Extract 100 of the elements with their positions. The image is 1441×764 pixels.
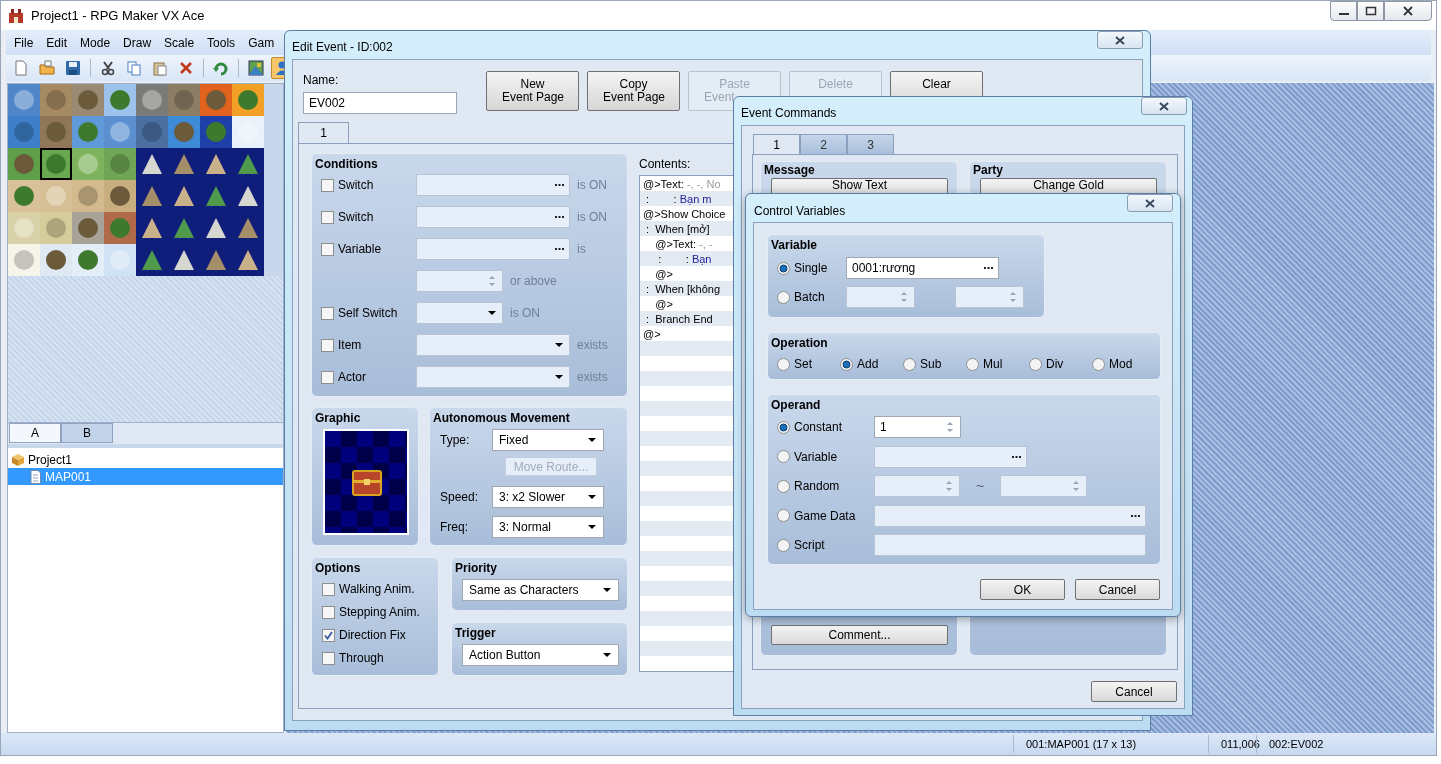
- radio-button[interactable]: [966, 357, 979, 371]
- checkbox[interactable]: [321, 242, 334, 256]
- close-button[interactable]: [1384, 1, 1432, 21]
- text-field[interactable]: [874, 534, 1146, 556]
- checkbox[interactable]: [321, 338, 334, 352]
- name-field[interactable]: EV002: [303, 92, 457, 114]
- cancel-button[interactable]: Cancel: [1091, 681, 1177, 702]
- dropdown[interactable]: [416, 302, 503, 324]
- checkbox-label: Walking Anim.: [339, 581, 415, 598]
- spinner-arrows-icon: [487, 274, 497, 288]
- number-field[interactable]: [1000, 475, 1087, 497]
- radio-button[interactable]: [777, 538, 790, 552]
- dialog-button[interactable]: OK: [980, 579, 1065, 600]
- radio-button[interactable]: [1029, 357, 1042, 371]
- tab[interactable]: 2: [800, 134, 847, 154]
- radio-button[interactable]: [777, 290, 790, 304]
- radio-button[interactable]: [840, 357, 853, 371]
- number-field[interactable]: 1: [874, 416, 961, 438]
- page-button[interactable]: New Event Page: [486, 71, 579, 111]
- dropdown[interactable]: Fixed: [492, 429, 604, 451]
- number-field[interactable]: [846, 286, 915, 308]
- spinner-arrows-icon: [945, 420, 955, 434]
- picker-field[interactable]: [874, 445, 1027, 468]
- maximize-button[interactable]: [1357, 1, 1384, 21]
- menu-item[interactable]: File: [14, 33, 34, 52]
- checkbox-label: Actor: [338, 369, 366, 386]
- undo-arrow-icon: [213, 60, 229, 76]
- menu-item[interactable]: Scale: [164, 33, 195, 52]
- toolbar-button[interactable]: [245, 57, 267, 79]
- radio-button[interactable]: [777, 357, 790, 371]
- group-title: Priority: [455, 561, 498, 575]
- minimize-button[interactable]: [1330, 1, 1357, 21]
- close-button[interactable]: [1127, 194, 1173, 212]
- number-field[interactable]: [416, 270, 503, 292]
- dropdown[interactable]: 3: x2 Slower: [492, 486, 604, 508]
- number-field[interactable]: [874, 475, 960, 497]
- dropdown[interactable]: [416, 366, 570, 388]
- caret-icon: [554, 342, 564, 348]
- tile-palette[interactable]: [8, 84, 264, 276]
- close-button[interactable]: [1097, 31, 1143, 49]
- menu-item[interactable]: Gam: [248, 33, 275, 52]
- command-button[interactable]: Comment...: [771, 625, 948, 645]
- dialog-button[interactable]: Cancel: [1075, 579, 1160, 600]
- radio-button[interactable]: [1092, 357, 1105, 371]
- radio-label: Single: [794, 260, 828, 277]
- menu-item[interactable]: Draw: [123, 33, 152, 52]
- tab[interactable]: 1: [298, 122, 349, 143]
- window-title: Project1 - RPG Maker VX Ace: [31, 6, 205, 25]
- number-field[interactable]: [955, 286, 1024, 308]
- paste-icon: [152, 60, 168, 76]
- radio-label: Variable: [794, 448, 838, 466]
- spinner-arrows-icon: [1008, 290, 1018, 304]
- checkbox[interactable]: [322, 605, 335, 619]
- radio-label: Random: [794, 478, 840, 495]
- field-label: Speed:: [439, 489, 480, 506]
- menu-item[interactable]: Mode: [80, 33, 111, 52]
- tab[interactable]: 1: [753, 134, 800, 154]
- menu-item[interactable]: Edit: [46, 33, 68, 52]
- menu-item[interactable]: Tools: [207, 33, 236, 52]
- picker-field[interactable]: [416, 174, 570, 196]
- scissors-icon: [100, 60, 116, 76]
- radio-button[interactable]: [777, 479, 790, 493]
- checkbox[interactable]: [321, 210, 334, 224]
- picker-field[interactable]: [416, 238, 570, 260]
- radio-label: Div: [1046, 356, 1064, 373]
- caret-icon: [554, 374, 564, 380]
- checkbox[interactable]: [322, 582, 335, 596]
- dropdown[interactable]: [416, 334, 570, 356]
- radio-button[interactable]: [777, 509, 790, 522]
- map-image-icon: [248, 60, 264, 76]
- checkbox[interactable]: [322, 651, 335, 665]
- dropdown[interactable]: 3: Normal: [492, 516, 604, 538]
- suffix-text: exists: [577, 337, 608, 354]
- picker-field[interactable]: [874, 504, 1146, 527]
- radio-button[interactable]: [777, 261, 790, 275]
- dropdown[interactable]: Action Button: [462, 644, 619, 666]
- picker-field[interactable]: 0001:rương: [846, 257, 999, 279]
- checkbox[interactable]: [322, 628, 335, 642]
- radio-button[interactable]: [777, 450, 790, 463]
- save-icon: [65, 60, 81, 76]
- new-file-icon: [13, 60, 29, 76]
- checkbox-label: Item: [338, 337, 362, 354]
- tree-item[interactable]: Project1: [8, 451, 283, 468]
- ellipsis-icon: [555, 183, 564, 187]
- checkbox[interactable]: [321, 178, 334, 192]
- suffix-text: is ON: [577, 209, 607, 226]
- tab[interactable]: 3: [847, 134, 894, 154]
- spinner-arrows-icon: [944, 479, 954, 493]
- radio-label: Add: [857, 356, 879, 373]
- checkbox[interactable]: [321, 306, 334, 320]
- close-button[interactable]: [1141, 97, 1187, 115]
- radio-button[interactable]: [903, 357, 916, 371]
- tab[interactable]: A: [9, 423, 61, 443]
- checkbox[interactable]: [321, 370, 334, 384]
- close-icon: [1114, 34, 1126, 46]
- dropdown[interactable]: Same as Characters: [462, 579, 619, 601]
- radio-button[interactable]: [777, 420, 790, 434]
- tab[interactable]: B: [61, 423, 113, 443]
- page-button[interactable]: Copy Event Page: [587, 71, 680, 111]
- picker-field[interactable]: [416, 206, 570, 228]
